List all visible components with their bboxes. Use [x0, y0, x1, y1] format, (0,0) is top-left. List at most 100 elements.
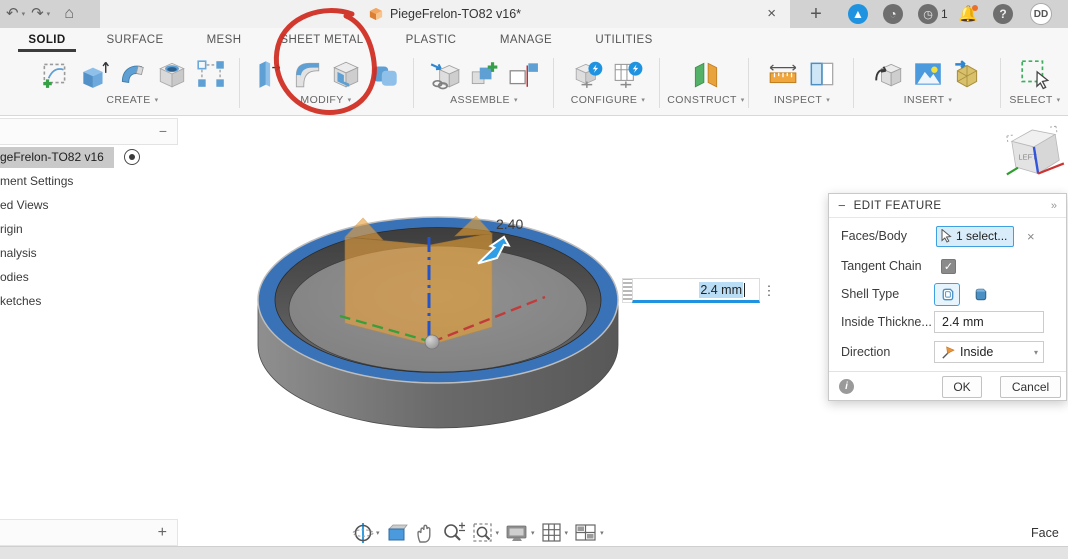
new-component-button[interactable] [467, 56, 501, 92]
activate-component-radio[interactable] [124, 149, 140, 165]
dimension-options-icon[interactable]: ⋮ [760, 278, 778, 303]
navigation-toolbar: ▾ ▾ ▾ ▾ ▾ [352, 519, 604, 546]
create-menu[interactable]: CREATE▾ [106, 94, 158, 106]
browser-item-named-views[interactable]: ed Views [0, 195, 58, 216]
assemble-menu[interactable]: ASSEMBLE▾ [450, 94, 518, 106]
view-cube[interactable]: LEFT [997, 117, 1068, 190]
close-tab-icon[interactable]: × [767, 0, 776, 28]
info-icon[interactable]: i [839, 379, 854, 394]
fit-caret-icon: ▾ [496, 529, 500, 537]
dimension-input[interactable]: 2.4 mm [632, 278, 760, 303]
press-pull-button[interactable] [251, 56, 285, 92]
tab-plastic[interactable]: PLASTIC [398, 28, 464, 52]
thickness-input[interactable]: 2.4 mm [934, 311, 1044, 333]
zoom-button[interactable] [442, 522, 466, 544]
hole-button[interactable] [155, 56, 189, 92]
select-menu[interactable]: SELECT▾ [1009, 94, 1060, 106]
dialog-header[interactable]: − EDIT FEATURE » [829, 194, 1066, 218]
tab-mesh[interactable]: MESH [196, 28, 252, 52]
home-icon[interactable]: ⌂ [64, 5, 74, 23]
configuration-table-button[interactable] [611, 56, 645, 92]
redo-icon[interactable]: ↷ [31, 0, 44, 28]
group-insert: INSERT▾ [858, 52, 998, 115]
look-at-button[interactable] [386, 522, 408, 544]
dialog-expand-icon[interactable]: » [1051, 200, 1057, 212]
modify-menu[interactable]: MODIFY▾ [300, 94, 351, 106]
tangent-chain-checkbox[interactable]: ✓ [941, 259, 956, 274]
tab-sheet-metal[interactable]: SHEET METAL [272, 28, 372, 52]
construct-menu[interactable]: CONSTRUCT▾ [667, 94, 744, 106]
section-analysis-icon [806, 58, 838, 90]
canvas-icon [912, 58, 944, 90]
faces-body-selection-button[interactable]: 1 select... [936, 226, 1014, 247]
job-status-icon[interactable]: ◔ [883, 4, 903, 24]
tab-surface[interactable]: SURFACE [98, 28, 172, 52]
thickness-label: Inside Thickne... [841, 315, 932, 329]
dialog-collapse-icon[interactable]: − [838, 198, 846, 213]
orbit-button[interactable]: ▾ [352, 522, 380, 544]
group-create: CREATE▾ [30, 52, 235, 115]
hole-icon [156, 58, 188, 90]
undo-caret-icon[interactable]: ▾ [22, 10, 26, 18]
pan-hand-icon [414, 522, 436, 544]
ribbon-separator [659, 58, 660, 108]
clear-selection-icon[interactable]: × [1027, 229, 1035, 244]
extensions-icon[interactable]: ▲ [848, 4, 868, 24]
combine-button[interactable] [368, 56, 402, 92]
undo-icon[interactable]: ↶ [6, 0, 19, 28]
shell-type-both-button[interactable] [967, 283, 993, 306]
tab-utilities[interactable]: UTILITIES [586, 28, 662, 52]
browser-item-root[interactable]: geFrelon-TO82 v16 [0, 147, 114, 168]
browser-item-analysis[interactable]: nalysis [0, 243, 47, 264]
select-button[interactable] [1018, 56, 1052, 92]
construct-plane-button[interactable] [689, 56, 723, 92]
browser-item-document-settings[interactable]: ment Settings [0, 171, 83, 192]
shell-button[interactable] [329, 56, 363, 92]
browser-item-sketches[interactable]: ketches [0, 291, 51, 312]
direction-dropdown[interactable]: Inside ▾ [934, 341, 1044, 363]
grid-button[interactable]: ▾ [541, 522, 569, 544]
redo-caret-icon[interactable]: ▾ [47, 10, 51, 18]
shell-type-inside-button[interactable] [934, 283, 960, 306]
pattern-button[interactable] [194, 56, 228, 92]
canvas-button[interactable] [911, 56, 945, 92]
insert-mesh-button[interactable] [950, 56, 984, 92]
browser-add-icon[interactable]: + [158, 520, 167, 546]
measure-button[interactable] [766, 56, 800, 92]
avatar[interactable]: DD [1030, 3, 1052, 25]
insert-derive-button[interactable] [872, 56, 906, 92]
grid-icon [541, 522, 563, 544]
configure-button[interactable] [572, 56, 606, 92]
extrude-button[interactable] [77, 56, 111, 92]
create-sketch-button[interactable] [38, 56, 72, 92]
fillet-button[interactable] [290, 56, 324, 92]
display-settings-button[interactable]: ▾ [505, 522, 535, 544]
insert-component-button[interactable] [428, 56, 462, 92]
pan-button[interactable] [414, 522, 436, 544]
browser-item-bodies[interactable]: odies [0, 267, 39, 288]
tab-solid[interactable]: SOLID [18, 28, 76, 52]
joint-button[interactable] [506, 56, 540, 92]
history-clock-icon[interactable]: ◷ [918, 4, 938, 24]
revolve-button[interactable] [116, 56, 150, 92]
fit-button[interactable]: ▾ [472, 522, 500, 544]
ok-button[interactable]: OK [942, 376, 982, 398]
create-caret-icon: ▾ [155, 96, 159, 104]
origin-point[interactable] [425, 335, 439, 349]
browser-collapse-icon[interactable]: − [159, 119, 167, 144]
insert-menu[interactable]: INSERT▾ [904, 94, 953, 106]
timeline-strip[interactable] [0, 546, 1068, 559]
drag-handle[interactable] [622, 278, 632, 303]
help-icon[interactable]: ? [993, 4, 1013, 24]
tab-manage[interactable]: MANAGE [490, 28, 562, 52]
browser-item-origin[interactable]: rigin [0, 219, 33, 240]
model-canvas[interactable]: 2.40 [250, 195, 630, 445]
configure-menu[interactable]: CONFIGURE▾ [571, 94, 646, 106]
inspect-menu[interactable]: INSPECT▾ [774, 94, 830, 106]
viewports-button[interactable]: ▾ [574, 522, 604, 544]
cancel-button[interactable]: Cancel [1000, 376, 1061, 398]
new-tab-icon[interactable]: + [806, 4, 826, 24]
direction-label: Direction [841, 345, 890, 359]
section-analysis-button[interactable] [805, 56, 839, 92]
document-tab[interactable]: PiegeFrelon-TO82 v16* × [100, 0, 790, 28]
